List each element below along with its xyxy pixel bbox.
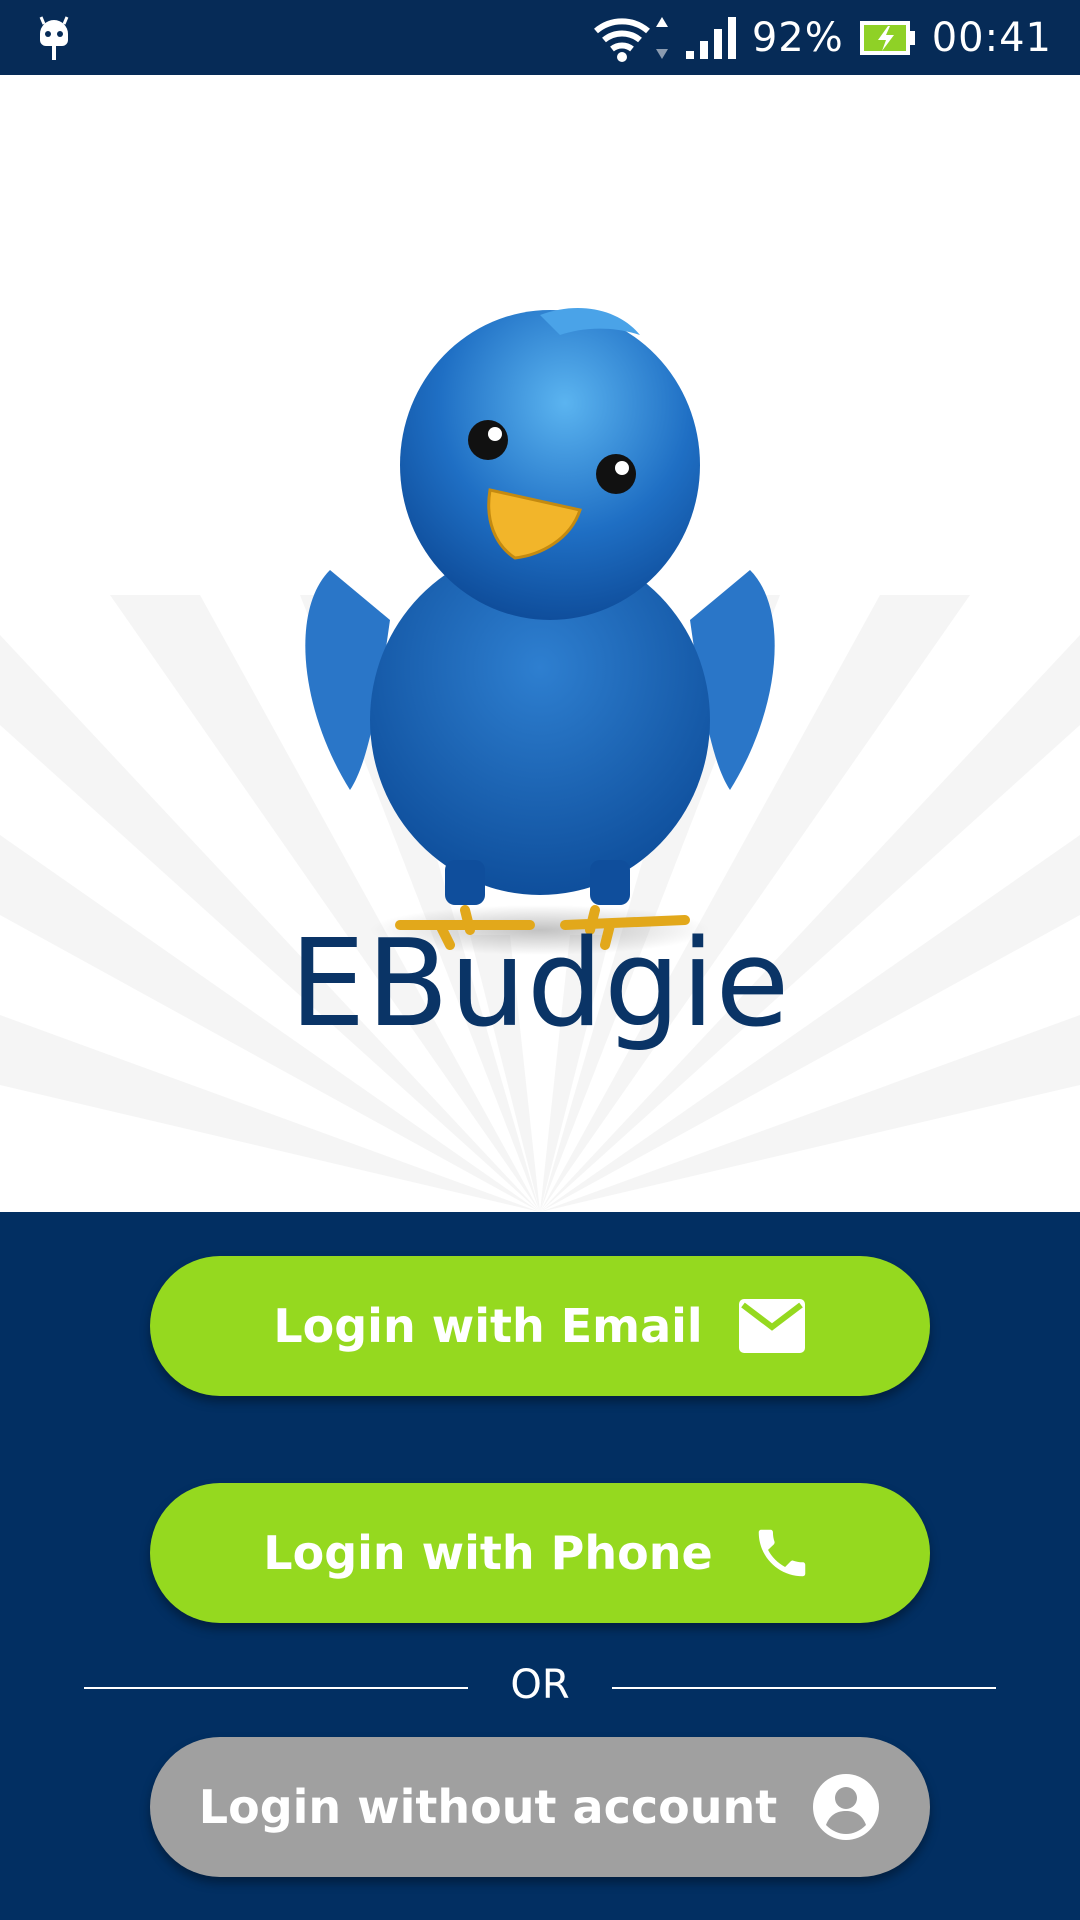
battery-charging-icon (859, 20, 915, 55)
bird-icon (305, 307, 775, 955)
login-guest-button[interactable]: Login without account (150, 1737, 930, 1877)
android-icon (39, 16, 69, 60)
hero-section: EBudgie (0, 75, 1080, 1212)
divider-line-right (612, 1687, 996, 1689)
phone-icon (747, 1523, 817, 1583)
signal-icon (685, 16, 736, 59)
login-email-button[interactable]: Login with Email (150, 1256, 930, 1396)
mail-icon (737, 1296, 807, 1356)
login-guest-label: Login without account (198, 1780, 778, 1834)
battery-percent: 92% (751, 14, 844, 61)
app-title: EBudgie (289, 915, 791, 1054)
login-phone-button[interactable]: Login with Phone (150, 1483, 930, 1623)
divider-line-left (84, 1687, 468, 1689)
wifi-icon (593, 16, 668, 62)
login-phone-label: Login with Phone (263, 1526, 713, 1580)
status-bar: 92% 00:41 (0, 0, 1080, 75)
account-icon (811, 1774, 881, 1840)
or-text: OR (510, 1662, 570, 1708)
or-divider: OR (0, 1652, 1080, 1722)
status-right: 92% 00:41 (590, 0, 1052, 75)
login-panel: Login with Email Login with Phone OR Log… (0, 1212, 1080, 1920)
clock: 00:41 (931, 14, 1052, 61)
login-email-label: Login with Email (273, 1299, 703, 1353)
